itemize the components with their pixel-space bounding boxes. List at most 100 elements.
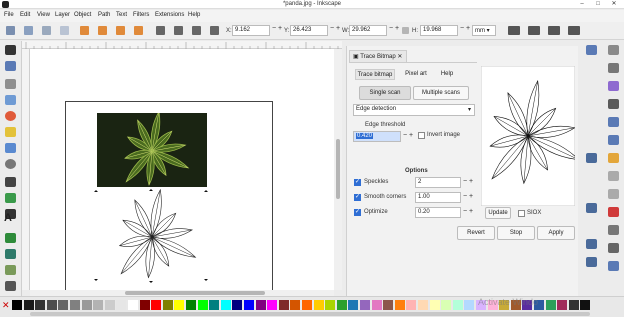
- color-swatch[interactable]: [255, 300, 266, 310]
- y-field[interactable]: 26.423: [290, 25, 328, 36]
- smooth-corners-minus-button[interactable]: −: [463, 193, 467, 201]
- tab-help[interactable]: Help: [435, 69, 459, 80]
- color-swatch[interactable]: [394, 300, 405, 310]
- color-swatch[interactable]: [360, 300, 370, 310]
- menu-path[interactable]: Path: [98, 12, 110, 18]
- siox-checkbox[interactable]: [518, 210, 525, 217]
- menu-file[interactable]: File: [4, 12, 14, 18]
- color-swatch[interactable]: [220, 300, 231, 310]
- lock-ratio-icon[interactable]: [402, 27, 409, 34]
- color-swatch[interactable]: [371, 300, 382, 310]
- leaf-photo[interactable]: [97, 113, 207, 187]
- no-paint-icon[interactable]: ✕: [2, 300, 10, 310]
- scale-stroke-icon[interactable]: [508, 26, 520, 35]
- tab-pixel-art[interactable]: Pixel art: [399, 69, 433, 80]
- menu-text[interactable]: Text: [116, 12, 127, 18]
- detection-mode-select[interactable]: Edge detection ▾: [353, 104, 475, 116]
- color-swatch[interactable]: [313, 300, 324, 310]
- paste-icon[interactable]: [608, 225, 619, 235]
- multiple-scans-button[interactable]: Multiple scans: [413, 86, 469, 100]
- close-icon[interactable]: ✕: [606, 0, 622, 9]
- rotate-ccw-icon[interactable]: [60, 26, 69, 35]
- group-icon[interactable]: [608, 261, 619, 271]
- undo-icon[interactable]: [608, 153, 619, 163]
- scale-corners-icon[interactable]: [528, 26, 540, 35]
- duplicate-icon[interactable]: [608, 243, 619, 253]
- pencil-tool-icon[interactable]: [5, 177, 16, 187]
- menu-view[interactable]: View: [37, 12, 50, 18]
- stop-button[interactable]: Stop: [497, 226, 535, 240]
- revert-button[interactable]: Revert: [457, 226, 495, 240]
- palette-scrollbar[interactable]: [30, 312, 590, 316]
- color-swatch[interactable]: [232, 300, 243, 310]
- canvas[interactable]: [30, 49, 334, 290]
- color-swatch[interactable]: [70, 300, 80, 310]
- color-swatch[interactable]: [336, 300, 347, 310]
- flip-vertical-icon[interactable]: [116, 26, 125, 35]
- lower-to-bottom-icon[interactable]: [210, 26, 219, 35]
- color-swatch[interactable]: [186, 300, 196, 310]
- dialog-tab[interactable]: ▣ Trace Bitmap ✕: [349, 50, 407, 62]
- open-icon[interactable]: [608, 63, 619, 73]
- threshold-field[interactable]: 0.420: [353, 131, 401, 142]
- color-swatch[interactable]: [278, 300, 289, 310]
- color-swatch[interactable]: [464, 300, 475, 310]
- raise-icon[interactable]: [134, 26, 143, 35]
- lower-one-icon[interactable]: [192, 26, 201, 35]
- rectangle-tool-icon[interactable]: [5, 95, 16, 105]
- rotate-cw-icon[interactable]: [80, 26, 89, 35]
- eraser-tool-icon[interactable]: [5, 249, 16, 259]
- selector-tool-icon[interactable]: [5, 45, 16, 55]
- pen-tool-icon[interactable]: [5, 193, 16, 203]
- raise-to-top-icon[interactable]: [156, 26, 165, 35]
- paint-bucket-tool-icon[interactable]: [5, 265, 16, 275]
- x-plus-button[interactable]: +: [278, 25, 282, 33]
- x-field[interactable]: 9.162: [232, 25, 270, 36]
- snap-bbox-icon[interactable]: [586, 153, 597, 163]
- color-swatch[interactable]: [151, 300, 162, 310]
- color-swatch[interactable]: [290, 300, 301, 310]
- color-swatch[interactable]: [325, 300, 336, 310]
- speckles-checkbox[interactable]: [354, 178, 361, 186]
- color-swatch[interactable]: [452, 300, 463, 310]
- y-minus-button[interactable]: −: [330, 25, 334, 33]
- vertical-scrollbar[interactable]: [334, 49, 342, 290]
- y-plus-button[interactable]: +: [336, 25, 340, 33]
- color-swatch[interactable]: [545, 300, 556, 310]
- color-swatch[interactable]: [197, 300, 208, 310]
- spiral-tool-icon[interactable]: [5, 159, 16, 169]
- node-tool-icon[interactable]: [5, 61, 16, 71]
- color-swatch[interactable]: [429, 300, 440, 310]
- import-icon[interactable]: [608, 117, 619, 127]
- color-swatch[interactable]: [139, 300, 150, 310]
- optimize-checkbox[interactable]: [354, 208, 361, 216]
- close-tab-icon[interactable]: ✕: [397, 54, 402, 60]
- zoom-tool-icon[interactable]: [5, 79, 16, 89]
- color-swatch[interactable]: [46, 300, 57, 310]
- w-field[interactable]: 29.962: [349, 25, 387, 36]
- optimize-field[interactable]: 0.20: [415, 207, 461, 218]
- select-all-layers-icon[interactable]: [24, 26, 33, 35]
- color-swatch[interactable]: [406, 300, 417, 310]
- color-swatch[interactable]: [267, 300, 278, 310]
- color-swatch[interactable]: [93, 300, 104, 310]
- color-swatch[interactable]: [116, 300, 127, 310]
- snap-toggle-icon[interactable]: [586, 45, 597, 55]
- color-swatch[interactable]: [174, 300, 185, 310]
- w-plus-button[interactable]: +: [395, 25, 399, 33]
- apply-button[interactable]: Apply: [537, 226, 575, 240]
- color-swatch[interactable]: [128, 300, 138, 310]
- export-icon[interactable]: [608, 135, 619, 145]
- menu-help[interactable]: Help: [188, 12, 200, 18]
- ellipse-tool-icon[interactable]: [5, 111, 16, 121]
- update-button[interactable]: Update: [485, 207, 511, 219]
- optimize-minus-button[interactable]: −: [463, 208, 467, 216]
- cut-icon[interactable]: [608, 207, 619, 217]
- x-minus-button[interactable]: −: [272, 25, 276, 33]
- save-icon[interactable]: [608, 81, 619, 91]
- menu-filters[interactable]: Filters: [133, 12, 149, 18]
- vertical-scroll-thumb[interactable]: [336, 139, 340, 199]
- threshold-plus-button[interactable]: +: [409, 132, 413, 140]
- optimize-plus-button[interactable]: +: [469, 208, 473, 216]
- print-icon[interactable]: [608, 99, 619, 109]
